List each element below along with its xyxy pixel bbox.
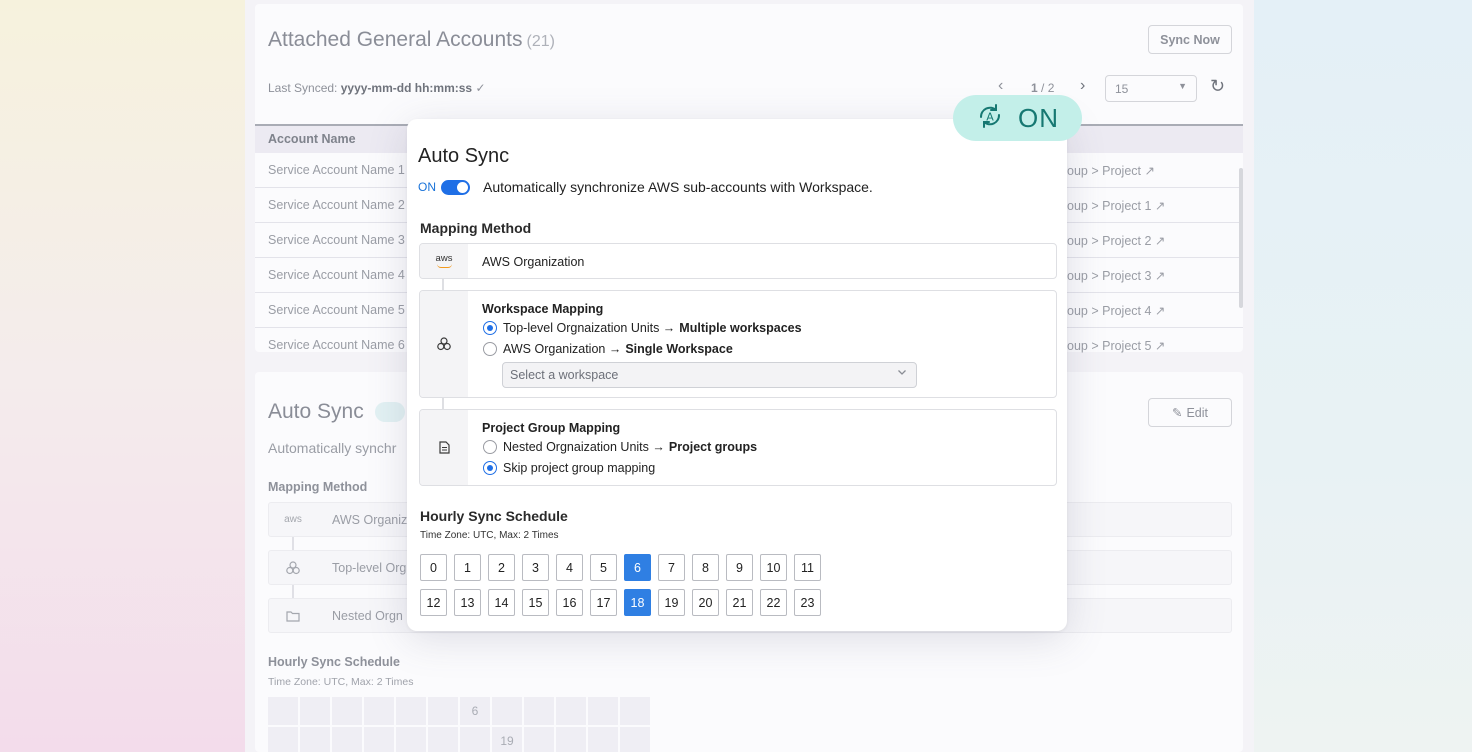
hour-button-13[interactable]: 13	[454, 589, 481, 616]
hour-button-12[interactable]: 12	[420, 589, 447, 616]
hour-button-0[interactable]: 0	[420, 554, 447, 581]
hour-button-19[interactable]: 19	[658, 589, 685, 616]
hour-button-22[interactable]: 22	[760, 589, 787, 616]
radio-selected-icon[interactable]	[483, 461, 497, 475]
hour-button-18[interactable]: 18	[624, 589, 651, 616]
hour-button-15[interactable]: 15	[522, 589, 549, 616]
radio-project-groups[interactable]: Nested Orgnaization Units → Project group…	[483, 440, 757, 454]
last-synced: Last Synced: yyyy-mm-dd hh:mm:ss ✓	[268, 81, 486, 95]
svg-text:A: A	[986, 110, 994, 123]
aws-organization-label: AWS Organization	[482, 255, 585, 269]
bg-hour-grid-row2: 19	[268, 727, 650, 752]
bg-mapping-method-label: Mapping Method	[268, 480, 368, 494]
sync-now-button[interactable]: Sync Now	[1148, 25, 1232, 54]
workspace-select[interactable]: Select a workspace	[502, 362, 917, 388]
edit-button[interactable]: ✎ Edit	[1148, 398, 1232, 427]
auto-sync-on-badge: A ON	[953, 95, 1082, 141]
hour-button-11[interactable]: 11	[794, 554, 821, 581]
column-account-name: Account Name	[268, 132, 356, 146]
hour-button-1[interactable]: 1	[454, 554, 481, 581]
timezone-text: Time Zone: UTC, Max: 2 Times	[420, 530, 559, 541]
hour-button-2[interactable]: 2	[488, 554, 515, 581]
hour-button-8[interactable]: 8	[692, 554, 719, 581]
page-indicator: 1 / 2	[1031, 81, 1055, 95]
accounts-count: (21)	[526, 33, 555, 50]
aws-logo-icon: aws	[420, 244, 468, 278]
hour-grid-row2: 12 13 14 15 16 17 18 19 20 21 22 23	[420, 589, 821, 616]
pencil-icon: ✎	[1171, 406, 1183, 420]
page-size-select[interactable]: 15 ▼	[1105, 75, 1197, 102]
hour-button-17[interactable]: 17	[590, 589, 617, 616]
project-group-mapping-title: Project Group Mapping	[482, 421, 621, 435]
chevron-down-icon: ▼	[1178, 81, 1187, 91]
hour-button-5[interactable]: 5	[590, 554, 617, 581]
hour-button-21[interactable]: 21	[726, 589, 753, 616]
hour-button-10[interactable]: 10	[760, 554, 787, 581]
bg-connector	[292, 585, 294, 599]
check-icon: ✓	[475, 81, 486, 95]
hour-button-4[interactable]: 4	[556, 554, 583, 581]
prev-page-icon[interactable]: ‹	[998, 77, 1003, 95]
aws-logo-icon: aws	[284, 514, 302, 525]
project-group-mapping-box: Project Group Mapping Nested Orgnaizatio…	[419, 409, 1057, 486]
toggle-description: Automatically synchronize AWS sub-accoun…	[483, 179, 873, 195]
bg-connector	[292, 537, 294, 551]
hour-button-7[interactable]: 7	[658, 554, 685, 581]
accounts-title: Attached General Accounts (21)	[268, 28, 555, 51]
hour-button-9[interactable]: 9	[726, 554, 753, 581]
bg-timezone: Time Zone: UTC, Max: 2 Times	[268, 676, 414, 688]
refresh-icon[interactable]: ↻	[1210, 76, 1225, 97]
hour-button-3[interactable]: 3	[522, 554, 549, 581]
hexagons-icon	[420, 291, 468, 397]
hour-button-6[interactable]: 6	[624, 554, 651, 581]
hour-button-23[interactable]: 23	[794, 589, 821, 616]
toggle-state-label: ON	[418, 180, 436, 194]
left-gradient-edge	[0, 0, 245, 752]
auto-sync-toggle-row: ON Automatically synchronize AWS sub-acc…	[418, 179, 873, 195]
right-gradient-edge	[1254, 0, 1472, 752]
last-synced-value: yyyy-mm-dd hh:mm:ss	[340, 81, 473, 95]
hour-grid-row1: 0 1 2 3 4 5 6 7 8 9 10 11	[420, 554, 821, 581]
hour-button-14[interactable]: 14	[488, 589, 515, 616]
bg-hour-grid-row1: 6	[268, 697, 650, 725]
hour-button-20[interactable]: 20	[692, 589, 719, 616]
modal-title: Auto Sync	[418, 145, 510, 167]
mapping-method-label: Mapping Method	[420, 220, 532, 236]
workspace-mapping-title: Workspace Mapping	[482, 302, 604, 316]
on-badge-label: ON	[1018, 102, 1059, 133]
radio-selected-icon[interactable]	[483, 321, 497, 335]
auto-sync-toggle[interactable]	[441, 179, 470, 195]
auto-sync-description: Automatically synchr	[268, 440, 397, 456]
chevron-down-icon	[897, 367, 907, 380]
radio-multiple-workspaces[interactable]: Top-level Orgnaization Units → Multiple w…	[483, 321, 802, 335]
folder-icon	[269, 599, 317, 632]
hexagons-icon	[269, 551, 317, 584]
bg-hourly-label: Hourly Sync Schedule	[268, 655, 400, 669]
radio-unselected-icon[interactable]	[483, 440, 497, 454]
auto-sync-heading: Auto Sync	[268, 400, 364, 423]
workspace-mapping-box: Workspace Mapping Top-level Orgnaization…	[419, 290, 1057, 398]
next-page-icon[interactable]: ›	[1080, 77, 1085, 95]
auto-sync-icon: A	[974, 100, 1006, 137]
document-icon	[420, 410, 468, 485]
table-scrollbar[interactable]	[1239, 168, 1243, 308]
radio-unselected-icon[interactable]	[483, 342, 497, 356]
auto-sync-badge	[375, 402, 405, 422]
hourly-sync-title: Hourly Sync Schedule	[420, 508, 568, 524]
radio-single-workspace[interactable]: AWS Organization → Single Workspace	[483, 342, 733, 356]
aws-organization-box: aws AWS Organization	[419, 243, 1057, 279]
radio-skip-project-group[interactable]: Skip project group mapping	[483, 461, 655, 475]
hour-button-16[interactable]: 16	[556, 589, 583, 616]
